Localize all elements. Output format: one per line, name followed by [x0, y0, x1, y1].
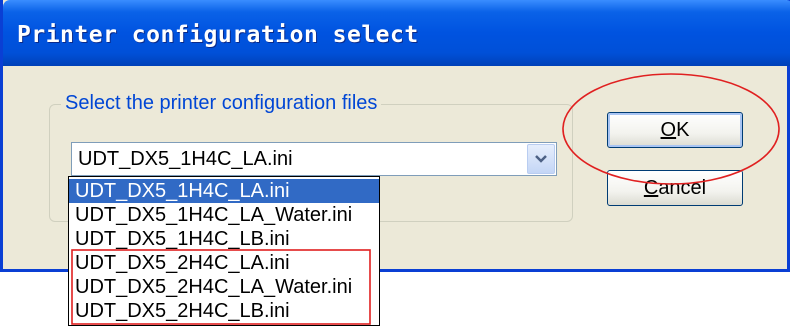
list-item[interactable]: UDT_DX5_2H4C_LB.ini [69, 299, 379, 323]
config-file-dropdown-list[interactable]: UDT_DX5_1H4C_LA.ini UDT_DX5_1H4C_LA_Wate… [68, 176, 380, 326]
ok-mnemonic: O [660, 118, 677, 141]
list-item[interactable]: UDT_DX5_1H4C_LA.ini [69, 179, 379, 203]
cancel-button[interactable]: Cancel [607, 170, 743, 206]
groupbox-legend: Select the printer configuration files [61, 92, 382, 115]
combobox-selected-value: UDT_DX5_1H4C_LA.ini [78, 148, 293, 170]
ok-label-rest: K [676, 118, 690, 141]
list-item[interactable]: UDT_DX5_1H4C_LB.ini [69, 227, 379, 251]
window-title: Printer configuration select [17, 22, 419, 48]
chevron-down-icon [535, 155, 547, 163]
config-file-combobox[interactable]: UDT_DX5_1H4C_LA.ini [71, 142, 557, 176]
combobox-dropdown-button[interactable] [527, 144, 555, 174]
list-item[interactable]: UDT_DX5_1H4C_LA_Water.ini [69, 203, 379, 227]
ok-button[interactable]: OK [607, 112, 743, 148]
cancel-label-rest: ancel [658, 176, 707, 199]
list-item[interactable]: UDT_DX5_2H4C_LA.ini [69, 251, 379, 275]
list-item[interactable]: UDT_DX5_2H4C_LA_Water.ini [69, 275, 379, 299]
cancel-mnemonic: C [643, 176, 659, 199]
title-bar[interactable]: Printer configuration select [3, 0, 790, 66]
